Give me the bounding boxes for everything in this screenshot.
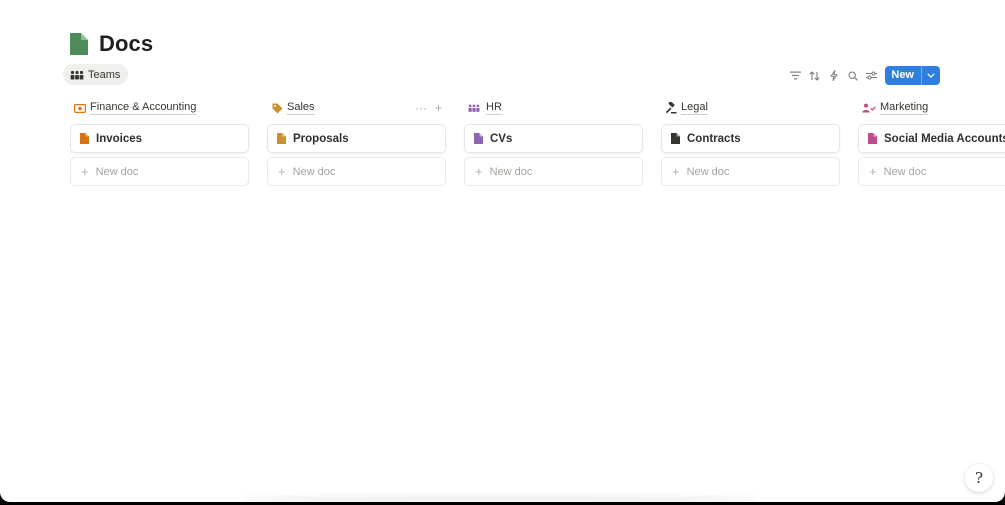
bottom-shadow: [240, 496, 760, 502]
board: Finance & Accounting Invoices + New doc: [70, 100, 1005, 200]
gavel-icon: [665, 102, 677, 114]
column-title: Legal: [681, 101, 708, 115]
new-button[interactable]: New: [885, 66, 922, 85]
column-actions: ··· +: [407, 100, 442, 116]
new-doc-button[interactable]: + New doc: [661, 157, 840, 186]
column-title: Sales: [287, 101, 315, 115]
board-column-marketing: Marketing Social Media Accounts + New do…: [858, 100, 1005, 186]
view-tab-teams[interactable]: Teams: [63, 64, 129, 85]
document-icon: [671, 133, 680, 144]
money-icon: [74, 102, 86, 114]
new-doc-button[interactable]: + New doc: [858, 157, 1005, 186]
doc-card-title: Social Media Accounts: [884, 132, 1005, 145]
plus-icon: +: [672, 164, 680, 179]
search-icon[interactable]: [843, 66, 862, 85]
more-options-icon[interactable]: ···: [415, 101, 427, 115]
board-column-sales: Sales ··· + Proposals + New doc: [267, 100, 446, 186]
filter-icon[interactable]: [786, 66, 805, 85]
column-header[interactable]: Legal: [661, 100, 840, 116]
column-header[interactable]: HR: [464, 100, 643, 116]
board-column-finance: Finance & Accounting Invoices + New doc: [70, 100, 249, 186]
people-group-icon: [70, 70, 84, 79]
new-doc-label: New doc: [95, 165, 139, 178]
board-column-legal: Legal Contracts + New doc: [661, 100, 840, 186]
doc-card[interactable]: Social Media Accounts: [858, 124, 1005, 153]
new-button-group: New: [885, 66, 940, 85]
column-header[interactable]: Finance & Accounting: [70, 100, 249, 116]
column-header[interactable]: Sales ··· +: [267, 100, 446, 116]
doc-card-title: Proposals: [293, 132, 349, 145]
plus-icon: +: [278, 164, 286, 179]
chevron-down-icon: [927, 73, 935, 78]
doc-card[interactable]: CVs: [464, 124, 643, 153]
new-doc-label: New doc: [883, 165, 927, 178]
new-doc-label: New doc: [292, 165, 336, 178]
new-doc-label: New doc: [489, 165, 533, 178]
column-header[interactable]: Marketing: [858, 100, 1005, 116]
plus-icon: +: [869, 164, 877, 179]
column-title: HR: [486, 101, 502, 115]
column-title: Finance & Accounting: [90, 101, 197, 115]
document-icon: [277, 133, 286, 144]
new-doc-button[interactable]: + New doc: [70, 157, 249, 186]
doc-card-title: Invoices: [96, 132, 143, 145]
lightning-icon[interactable]: [824, 66, 843, 85]
view-tab-label: Teams: [88, 68, 121, 81]
add-icon[interactable]: +: [435, 101, 442, 115]
doc-card[interactable]: Contracts: [661, 124, 840, 153]
new-doc-button[interactable]: + New doc: [464, 157, 643, 186]
page-header: Docs: [70, 30, 153, 58]
settings-sliders-icon[interactable]: [862, 66, 881, 85]
doc-card-title: Contracts: [687, 132, 741, 145]
board-column-hr: HR CVs + New doc: [464, 100, 643, 186]
document-icon: [80, 133, 89, 144]
docs-page: Docs Teams New Finance & Accounting Invo…: [0, 0, 1005, 502]
document-icon: [70, 33, 88, 55]
sort-icon[interactable]: [805, 66, 824, 85]
plus-icon: +: [81, 164, 89, 179]
new-doc-label: New doc: [686, 165, 730, 178]
help-icon: ?: [974, 469, 984, 487]
document-icon: [474, 133, 483, 144]
doc-card[interactable]: Invoices: [70, 124, 249, 153]
tag-icon: [271, 102, 283, 114]
plus-icon: +: [475, 164, 483, 179]
new-doc-button[interactable]: + New doc: [267, 157, 446, 186]
help-button[interactable]: ?: [965, 464, 993, 492]
people-group-icon: [468, 102, 480, 114]
person-check-icon: [862, 102, 876, 114]
document-icon: [868, 133, 877, 144]
column-title: Marketing: [880, 101, 929, 115]
new-dropdown-button[interactable]: [922, 66, 940, 85]
page-title: Docs: [99, 31, 154, 56]
doc-card-title: CVs: [490, 132, 513, 145]
board-toolbar: New: [786, 66, 940, 85]
doc-card[interactable]: Proposals: [267, 124, 446, 153]
